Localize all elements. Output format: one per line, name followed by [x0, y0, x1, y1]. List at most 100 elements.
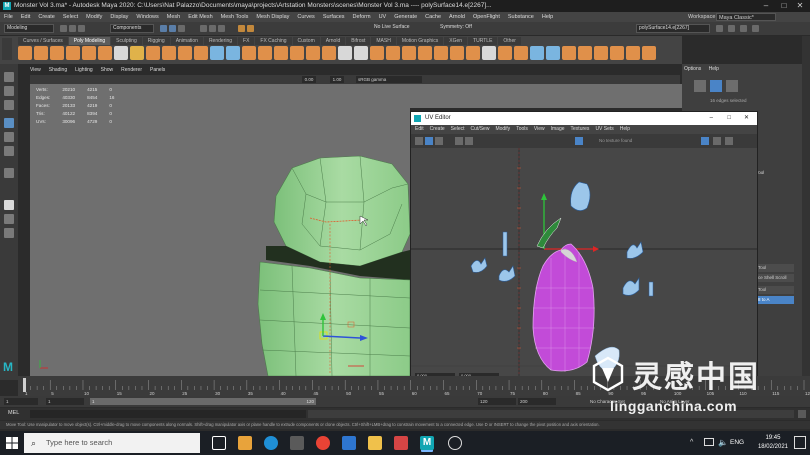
uv-grid-icon[interactable] — [435, 137, 443, 145]
mel-input[interactable] — [30, 410, 306, 418]
uv-settings-icon[interactable] — [725, 137, 733, 145]
network-icon[interactable] — [704, 438, 714, 446]
shelf-tool-icon[interactable] — [322, 46, 336, 60]
menu-openflight[interactable]: OpenFlight — [473, 14, 500, 20]
shelf-tool-icon[interactable] — [82, 46, 96, 60]
shelf-tool-icon[interactable] — [306, 46, 320, 60]
uv-distortion-icon[interactable] — [701, 137, 709, 145]
uv-menu-edit[interactable]: Edit — [415, 125, 424, 134]
shelf-tool-icon[interactable] — [98, 46, 112, 60]
persp-outliner-layout-icon[interactable] — [4, 228, 14, 238]
close-icon[interactable]: ✕ — [792, 0, 808, 12]
shelf-tool-icon[interactable] — [210, 46, 224, 60]
attribute-editor-icon[interactable] — [728, 25, 735, 32]
select-by-vertex-icon[interactable] — [160, 25, 167, 32]
select-by-face-icon[interactable] — [178, 25, 185, 32]
open-scene-icon[interactable] — [69, 25, 76, 32]
uv-toggle-icon[interactable] — [415, 137, 423, 145]
shelf-tool-icon[interactable] — [546, 46, 560, 60]
lasso-tool-icon[interactable] — [4, 86, 14, 96]
shelf-tool-icon[interactable] — [482, 46, 496, 60]
side-label-2[interactable]: Tool — [756, 264, 794, 272]
script-editor-icon[interactable] — [798, 410, 806, 418]
menu-deform[interactable]: Deform — [353, 14, 371, 20]
render-icon[interactable] — [238, 25, 245, 32]
uv-close-icon[interactable]: ✕ — [744, 112, 749, 125]
uv-checker-icon[interactable] — [465, 137, 473, 145]
shelf-tab-curves-surfaces[interactable]: Curves / Surfaces — [18, 37, 68, 45]
menuset-dropdown[interactable]: Modeling — [4, 24, 54, 33]
snap-point-icon[interactable] — [218, 25, 225, 32]
menu-edit-mesh[interactable]: Edit Mesh — [188, 14, 212, 20]
shelf-tool-icon[interactable] — [466, 46, 480, 60]
shelf-tab-poly-modeling[interactable]: Poly Modeling — [68, 37, 111, 45]
texture-field[interactable]: No texture found — [599, 137, 657, 145]
menu-file[interactable]: File — [4, 14, 13, 20]
uv-snapshot-icon[interactable] — [713, 137, 721, 145]
menu-select[interactable]: Select — [63, 14, 78, 20]
shelf-tool-icon[interactable] — [402, 46, 416, 60]
viewport-menu-view[interactable]: View — [30, 66, 41, 75]
menu-mesh[interactable]: Mesh — [167, 14, 180, 20]
shelf-tool-icon[interactable] — [514, 46, 528, 60]
shelf-tool-icon[interactable] — [34, 46, 48, 60]
shelf-tab-sculpting[interactable]: Sculpting — [111, 37, 142, 45]
select-by-edge-icon[interactable] — [169, 25, 176, 32]
vertex-mode-icon[interactable] — [694, 80, 706, 92]
menu-mesh-tools[interactable]: Mesh Tools — [221, 14, 249, 20]
uv-texture-icon[interactable] — [575, 137, 583, 145]
shelf-tool-icon[interactable] — [530, 46, 544, 60]
shelf-tool-icon[interactable] — [578, 46, 592, 60]
uv-minimize-icon[interactable]: – — [710, 112, 713, 125]
uv-canvas[interactable]: 0.000 0.000 — [411, 148, 757, 382]
rotate-tool-icon[interactable] — [4, 132, 14, 142]
panel-tab-help[interactable]: Help — [709, 66, 719, 72]
shelf-tool-icon[interactable] — [66, 46, 80, 60]
edge-mode-icon[interactable] — [710, 80, 722, 92]
mel-label[interactable]: MEL — [8, 410, 19, 416]
shelf-tool-icon[interactable] — [498, 46, 512, 60]
shelf-tool-icon[interactable] — [18, 46, 32, 60]
last-tool-icon[interactable] — [4, 168, 14, 178]
shelf-tool-icon[interactable] — [418, 46, 432, 60]
shelf-tool-icon[interactable] — [146, 46, 160, 60]
snap-grid-icon[interactable] — [200, 25, 207, 32]
maya-taskbar-icon[interactable]: M — [420, 436, 434, 450]
select-tool-icon[interactable] — [4, 72, 14, 82]
menu-help[interactable]: Help — [542, 14, 553, 20]
sticky-notes-icon[interactable] — [368, 436, 382, 450]
menu-windows[interactable]: Windows — [136, 14, 158, 20]
viewport-menu-lighting[interactable]: Lighting — [75, 66, 93, 75]
menu-cache[interactable]: Cache — [425, 14, 441, 20]
menu-arnold[interactable]: Arnold — [449, 14, 465, 20]
uv-menu-textures[interactable]: Textures — [571, 125, 590, 134]
menu-uv[interactable]: UV — [379, 14, 387, 20]
shelf-tool-icon[interactable] — [594, 46, 608, 60]
shelf-tool-icon[interactable] — [434, 46, 448, 60]
scale-tool-icon[interactable] — [4, 146, 14, 156]
edge-browser-icon[interactable] — [264, 436, 278, 450]
selection-field[interactable]: polySurface14.e[2267] — [636, 24, 710, 33]
shelf-tool-icon[interactable] — [162, 46, 176, 60]
shelf-tab-other[interactable]: Other — [498, 37, 521, 45]
side-action-button[interactable]: 8 to A — [756, 296, 794, 304]
menu-edit[interactable]: Edit — [21, 14, 30, 20]
shelf-tab-turtle[interactable]: TURTLE — [468, 37, 498, 45]
uv-menu-help[interactable]: Help — [620, 125, 630, 134]
shelf-tool-icon[interactable] — [370, 46, 384, 60]
menu-display[interactable]: Display — [110, 14, 128, 20]
shelf-tool-icon[interactable] — [114, 46, 128, 60]
shell-scroll-label[interactable]: ce Shell Scroll — [756, 274, 794, 282]
shelf-tool-icon[interactable] — [242, 46, 256, 60]
chrome-icon[interactable] — [316, 436, 330, 450]
shelf-tool-icon[interactable] — [258, 46, 272, 60]
shelf-tool-icon[interactable] — [610, 46, 624, 60]
shelf-tool-icon[interactable] — [450, 46, 464, 60]
shelf-tool-icon[interactable] — [338, 46, 352, 60]
shelf-tool-icon[interactable] — [562, 46, 576, 60]
language-indicator[interactable]: ENG — [730, 439, 744, 446]
menu-substance[interactable]: Substance — [508, 14, 534, 20]
uv-shell-mode-icon[interactable] — [425, 137, 433, 145]
snap-curve-icon[interactable] — [209, 25, 216, 32]
color-space-dropdown[interactable]: sRGB gamma — [356, 76, 422, 83]
